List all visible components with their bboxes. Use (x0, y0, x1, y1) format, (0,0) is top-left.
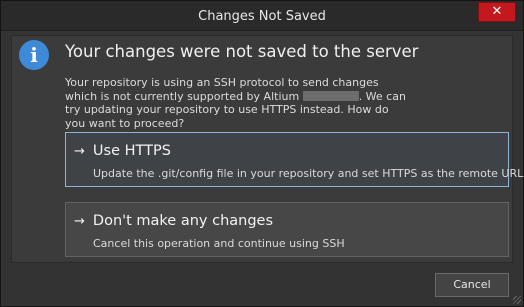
title-bar[interactable]: Changes Not Saved ✕ (1, 1, 523, 31)
message-panel: i Your changes were not saved to the ser… (11, 35, 523, 263)
info-icon: i (19, 40, 49, 70)
message-body: Your repository is using an SSH protocol… (65, 76, 410, 130)
cancel-button[interactable]: Cancel (435, 273, 509, 297)
close-button[interactable]: ✕ (478, 2, 516, 22)
use-https-description: Update the .git/config file in your repo… (93, 167, 524, 180)
resize-grip-icon[interactable] (513, 296, 521, 304)
arrow-right-icon: → (74, 144, 85, 159)
no-changes-description: Cancel this operation and continue using… (93, 237, 345, 250)
message-heading: Your changes were not saved to the serve… (65, 42, 419, 61)
window-title: Changes Not Saved (198, 9, 326, 24)
use-https-option[interactable]: → Use HTTPS Update the .git/config file i… (65, 132, 523, 187)
no-changes-title-row: → Don't make any changes (74, 213, 273, 229)
arrow-right-icon: → (74, 214, 85, 229)
use-https-title: Use HTTPS (92, 143, 171, 159)
changes-not-saved-dialog: Changes Not Saved ✕ i Your changes were … (0, 0, 524, 307)
no-changes-title: Don't make any changes (92, 213, 274, 229)
no-changes-option[interactable]: → Don't make any changes Cancel this oper… (65, 202, 509, 257)
redacted-text (302, 90, 359, 101)
use-https-title-row: → Use HTTPS (74, 143, 171, 159)
close-icon: ✕ (491, 4, 503, 19)
